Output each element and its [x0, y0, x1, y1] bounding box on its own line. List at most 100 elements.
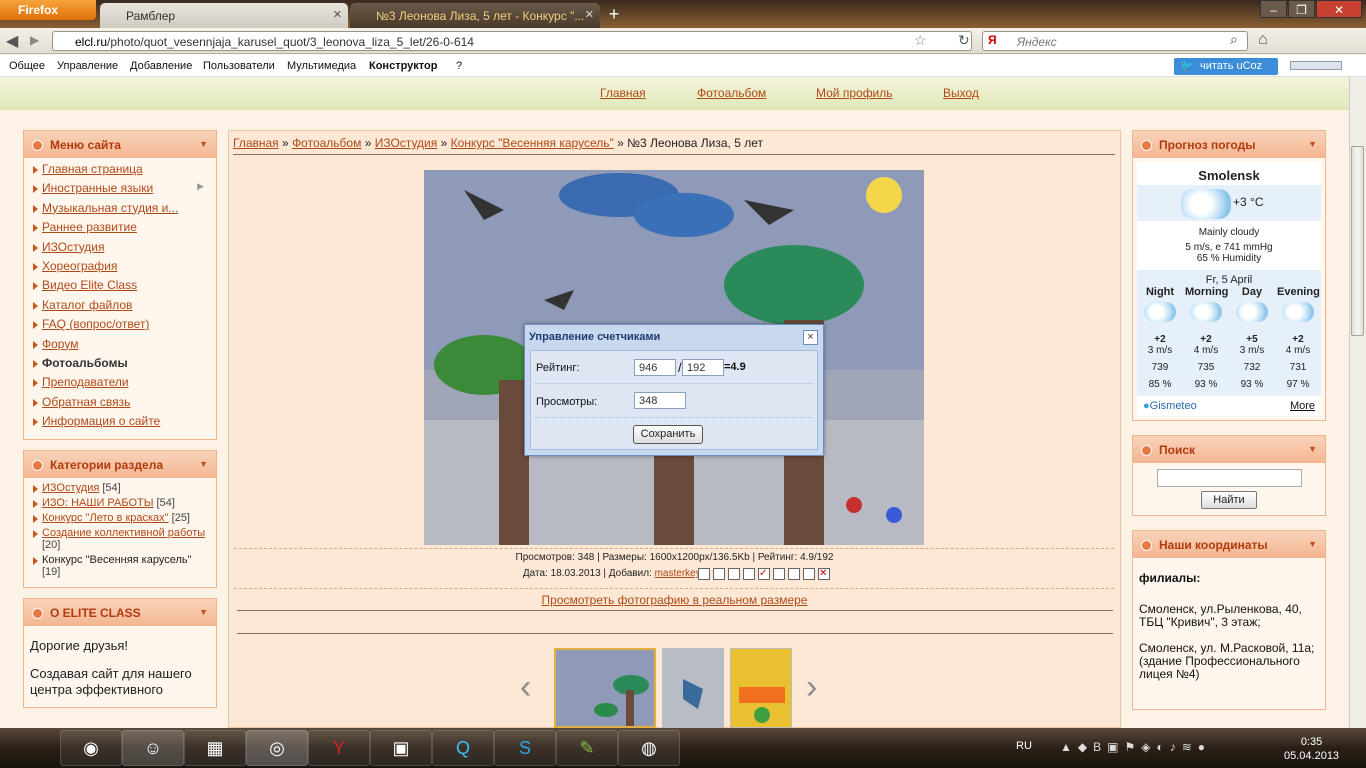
- views-input[interactable]: 348: [634, 392, 686, 409]
- firefox-app-icon[interactable]: ◎: [246, 730, 308, 766]
- yandex-app-icon[interactable]: Y: [308, 730, 370, 766]
- tray-icon[interactable]: ◆: [1078, 740, 1087, 754]
- chevron-down-icon[interactable]: ▼: [199, 459, 208, 469]
- category-item-active[interactable]: Конкурс "Весенняя карусель" [19]: [30, 554, 210, 578]
- tray-icon[interactable]: ◈: [1141, 740, 1150, 754]
- menu-item[interactable]: FAQ (вопрос/ответ): [30, 317, 210, 336]
- chevron-down-icon[interactable]: ▼: [1308, 139, 1317, 149]
- menu-item-active[interactable]: Фотоальбомы: [30, 356, 210, 375]
- menu-item[interactable]: Музыкальная студия и...: [30, 201, 210, 220]
- maximize-button[interactable]: ❐: [1288, 0, 1315, 18]
- close-window-button[interactable]: ✕: [1316, 0, 1362, 18]
- ucoz-menu-users[interactable]: Пользователи: [203, 60, 275, 72]
- webcam-app-icon[interactable]: ◉: [60, 730, 122, 766]
- tray-icon[interactable]: ●: [1198, 740, 1205, 754]
- clock[interactable]: 0:35 05.04.2013: [1284, 735, 1339, 763]
- weather-more-link[interactable]: More: [1290, 400, 1315, 412]
- thumbnail[interactable]: [662, 648, 724, 728]
- chevron-up-icon[interactable]: ▲: [1060, 740, 1072, 754]
- chevron-down-icon[interactable]: ▼: [1308, 444, 1317, 454]
- breadcrumb-home[interactable]: Главная: [233, 136, 279, 150]
- firefox-menu-button[interactable]: Firefox: [0, 0, 96, 20]
- menu-item[interactable]: Информация о сайте: [30, 414, 210, 433]
- breadcrumb-photoalbum[interactable]: Фотоальбом: [292, 136, 361, 150]
- menu-item[interactable]: Раннее развитие: [30, 220, 210, 239]
- network-icon[interactable]: ⚑: [1124, 740, 1135, 754]
- thumbnail-current[interactable]: [554, 648, 656, 728]
- close-icon[interactable]: ✕: [333, 8, 342, 21]
- ucoz-menu-multimedia[interactable]: Мультимедиа: [287, 60, 356, 72]
- nav-home[interactable]: Главная: [600, 86, 646, 100]
- finder-app-icon[interactable]: ☺: [122, 730, 184, 766]
- category-item[interactable]: Создание коллективной работы [20]: [30, 527, 210, 551]
- nav-photoalbum[interactable]: Фотоальбом: [697, 86, 766, 100]
- nav-logout[interactable]: Выход: [943, 86, 979, 100]
- menu-item[interactable]: Иностранные языки ▶: [30, 181, 210, 200]
- category-item[interactable]: ИЗО: НАШИ РАБОТЫ [54]: [30, 497, 210, 509]
- bookmark-star-icon[interactable]: ☆: [914, 32, 927, 49]
- chevron-down-icon[interactable]: ▼: [1308, 539, 1317, 549]
- document-app-icon[interactable]: ✎: [556, 730, 618, 766]
- thumbnail[interactable]: [730, 648, 792, 728]
- move-down-icon[interactable]: [728, 568, 740, 580]
- breadcrumb-contest[interactable]: Конкурс "Весенняя карусель": [451, 136, 614, 150]
- rating-votes-input[interactable]: 192: [682, 359, 724, 376]
- chevron-down-icon[interactable]: ▼: [199, 607, 208, 617]
- skype-app-icon[interactable]: S: [494, 730, 556, 766]
- minimize-button[interactable]: –: [1260, 0, 1287, 18]
- ucoz-menu-general[interactable]: Общее: [9, 60, 45, 72]
- search-icon[interactable]: ⌕: [1230, 31, 1238, 48]
- back-icon[interactable]: ◀: [6, 31, 18, 51]
- search-input[interactable]: Яндекс: [982, 31, 1248, 51]
- author-link[interactable]: masterkey: [655, 568, 701, 579]
- category-item[interactable]: ИЗОстудия [54]: [30, 482, 210, 494]
- home-icon[interactable]: ⌂: [1258, 31, 1268, 49]
- menu-item[interactable]: Хореография: [30, 259, 210, 278]
- tray-icon[interactable]: ▣: [1107, 740, 1118, 754]
- menu-item[interactable]: Преподаватели: [30, 375, 210, 394]
- site-search-input[interactable]: [1157, 469, 1302, 487]
- edit-icon[interactable]: [803, 568, 815, 580]
- save-button[interactable]: Сохранить: [633, 425, 703, 444]
- tab-rambler[interactable]: Рамблер ✕: [100, 3, 348, 28]
- media-app-icon[interactable]: ▣: [370, 730, 432, 766]
- real-size-link[interactable]: Просмотреть фотографию в реальном размер…: [228, 593, 1121, 607]
- ucoz-menu-constructor[interactable]: Конструктор: [369, 60, 437, 72]
- new-tab-button[interactable]: +: [602, 5, 626, 25]
- gismeteo-logo[interactable]: ●Gismeteo: [1143, 400, 1197, 412]
- breadcrumb-izostudio[interactable]: ИЗОстудия: [375, 136, 438, 150]
- menu-item[interactable]: ИЗОстудия: [30, 240, 210, 259]
- ucoz-menu-help[interactable]: ?: [456, 60, 462, 72]
- ucoz-menu-add[interactable]: Добавление: [130, 60, 192, 72]
- close-icon[interactable]: ×: [803, 330, 818, 345]
- menu-item[interactable]: Видео Elite Class: [30, 278, 210, 297]
- delete-icon[interactable]: ✕: [818, 568, 830, 580]
- menu-item[interactable]: Обратная связь: [30, 395, 210, 414]
- stats-icon[interactable]: [788, 568, 800, 580]
- close-icon[interactable]: ✕: [585, 8, 594, 21]
- ucoz-panel-slider[interactable]: [1290, 61, 1342, 70]
- prev-arrow-icon[interactable]: ‹: [520, 668, 531, 707]
- move-up-icon[interactable]: [713, 568, 725, 580]
- copy-icon[interactable]: [743, 568, 755, 580]
- ucoz-menu-manage[interactable]: Управление: [57, 60, 118, 72]
- check-icon[interactable]: ✓: [758, 568, 770, 580]
- language-indicator[interactable]: RU: [1016, 740, 1032, 752]
- menu-item[interactable]: Каталог файлов: [30, 298, 210, 317]
- menu-item[interactable]: Главная страница: [30, 162, 210, 181]
- wifi-icon[interactable]: ≋: [1182, 740, 1192, 754]
- scrollbar-thumb[interactable]: [1351, 146, 1364, 336]
- vk-icon[interactable]: B: [1093, 740, 1101, 754]
- qip-app-icon[interactable]: Q: [432, 730, 494, 766]
- forward-icon[interactable]: ▶: [30, 33, 39, 47]
- next-arrow-icon[interactable]: ›: [806, 668, 817, 707]
- nav-my-profile[interactable]: Мой профиль: [816, 86, 893, 100]
- tab-current[interactable]: №3 Леонова Лиза, 5 лет - Конкурс "... ✕: [350, 3, 600, 28]
- settings-icon[interactable]: [773, 568, 785, 580]
- chevron-down-icon[interactable]: ▼: [199, 139, 208, 149]
- menu-item[interactable]: Форум: [30, 337, 210, 356]
- dashboard-app-icon[interactable]: ◍: [618, 730, 680, 766]
- search-button[interactable]: Найти: [1201, 491, 1257, 509]
- category-item[interactable]: Конкурс "Лето в красках" [25]: [30, 512, 210, 524]
- code-icon[interactable]: [698, 568, 710, 580]
